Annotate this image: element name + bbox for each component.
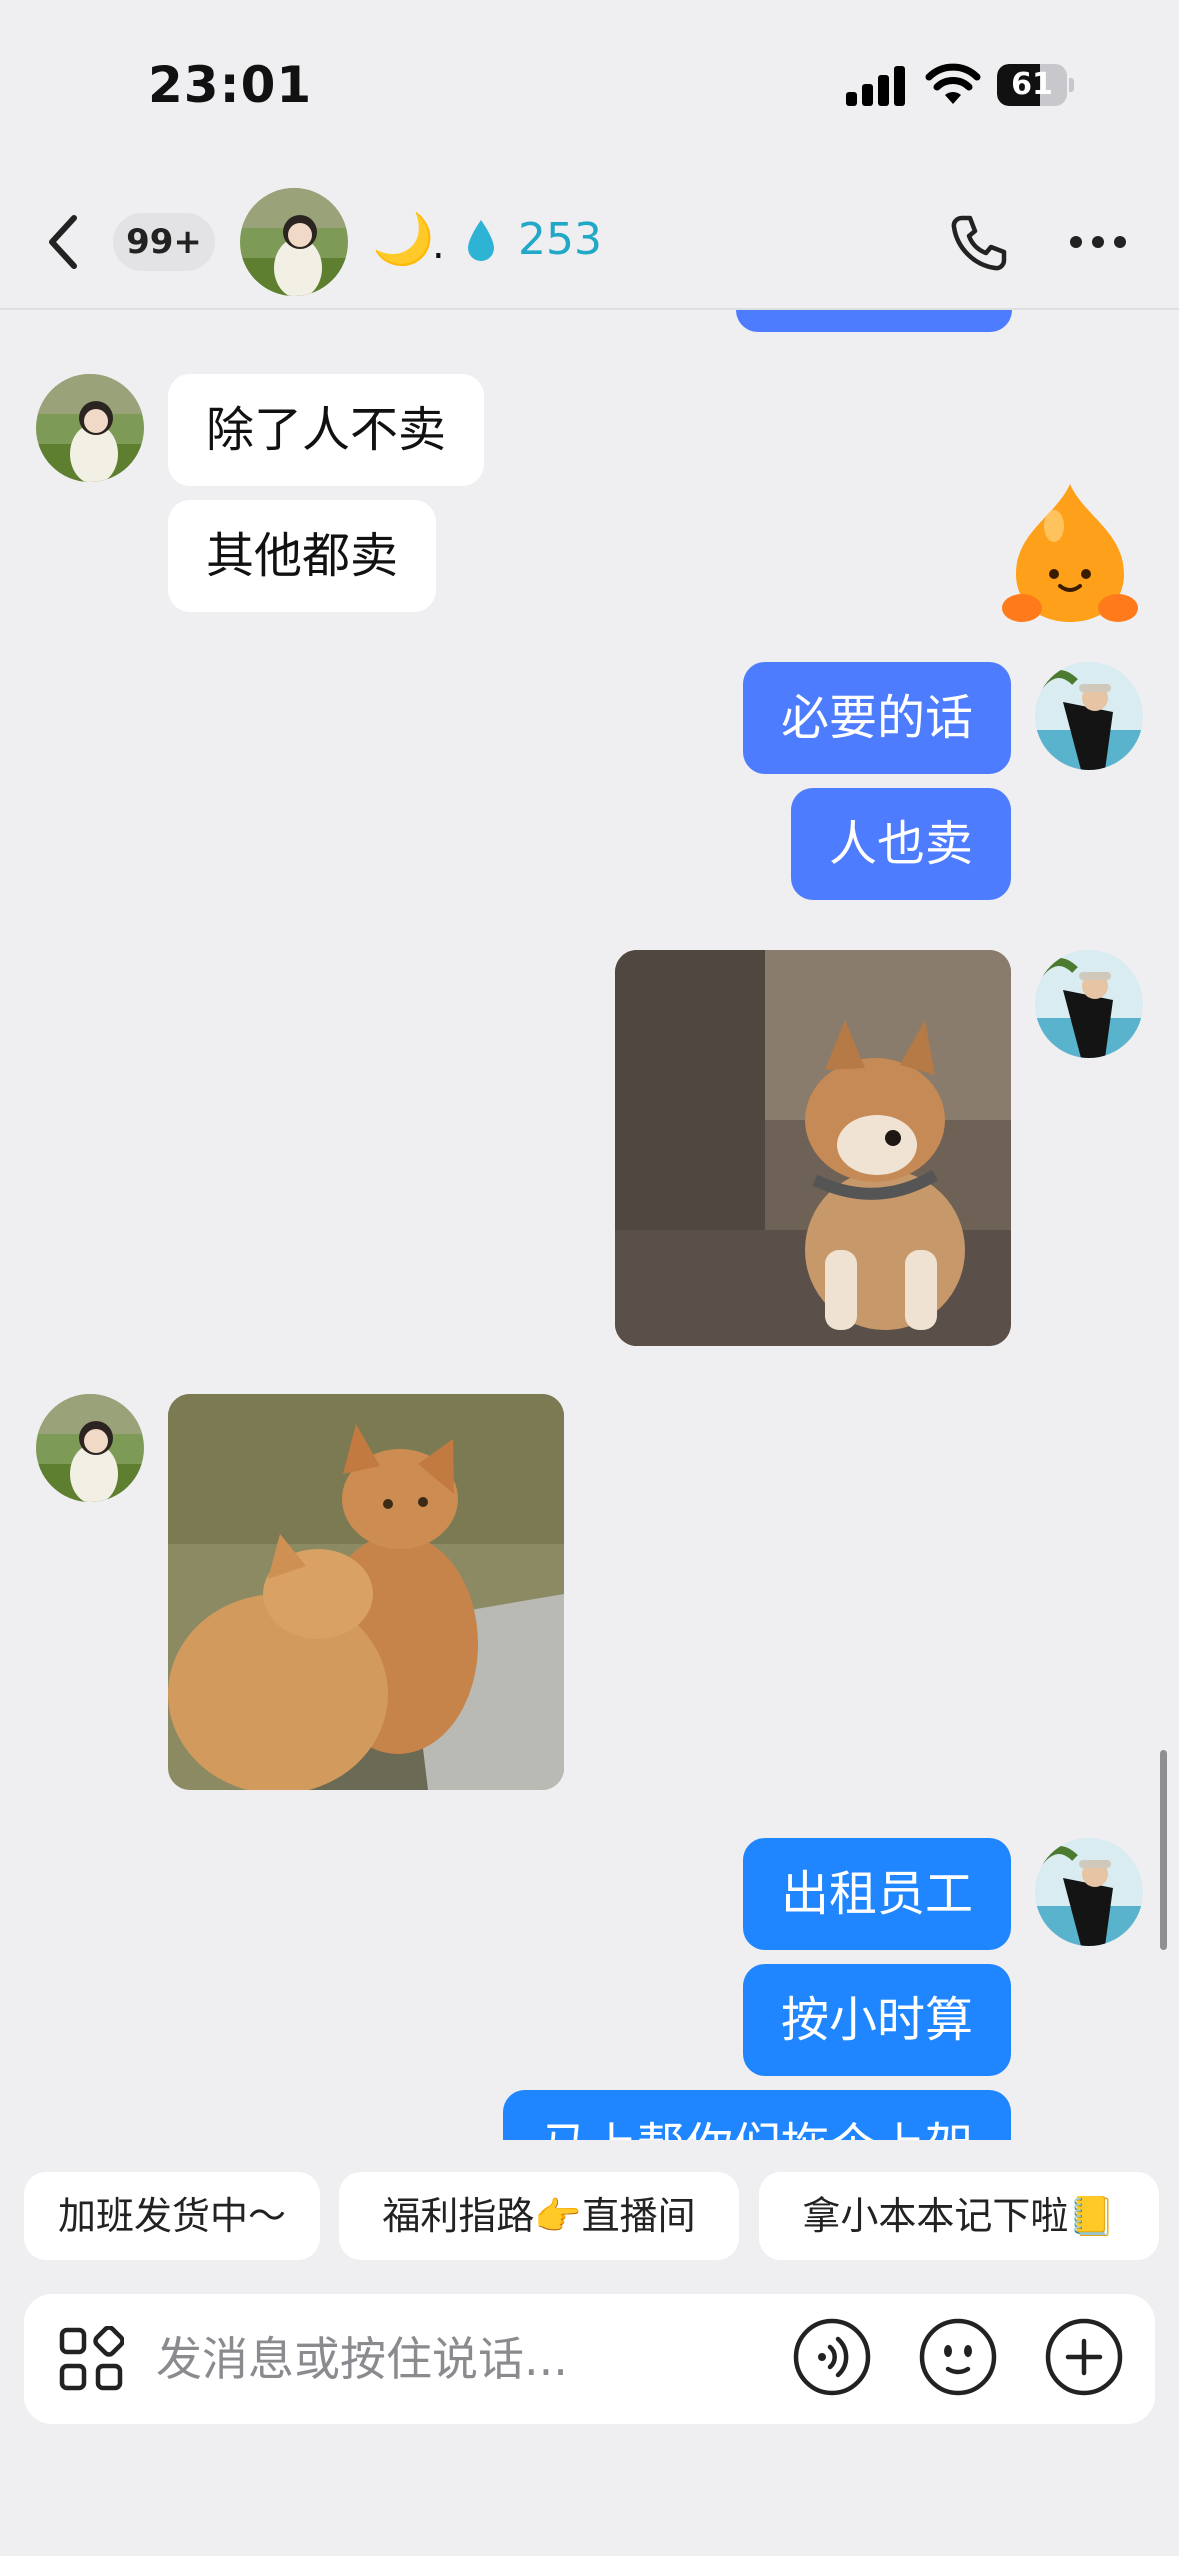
back-chevron-icon[interactable] (44, 212, 84, 272)
more-icon[interactable] (1070, 236, 1128, 250)
message-bubble-outgoing[interactable]: 必要的话 (742, 662, 1011, 774)
message-bubble-outgoing[interactable]: 马上帮你们拖个上架 (502, 2090, 1011, 2140)
contact-message-avatar[interactable] (36, 374, 144, 482)
unread-count-badge[interactable]: 99+ (113, 213, 215, 271)
chat-scrollbar[interactable] (1160, 1750, 1167, 1950)
quick-reply-chip[interactable]: 加班发货中～ (24, 2172, 320, 2260)
water-drop-icon (468, 220, 494, 261)
apps-grid-icon[interactable] (58, 2326, 124, 2392)
quick-reply-chip[interactable]: 拿小本本记下啦📒 (759, 2172, 1159, 2260)
message-bubble-incoming[interactable]: 其他都卖 (168, 500, 437, 612)
my-avatar[interactable] (1035, 1838, 1143, 1946)
message-bubble-outgoing[interactable]: 按小时算 (742, 1964, 1011, 2076)
phone-icon[interactable] (948, 212, 1010, 274)
contact-message-avatar[interactable] (36, 1394, 144, 1502)
wifi-icon (925, 63, 981, 104)
previous-message-bubble[interactable] (736, 310, 1012, 332)
orange-cats-photo[interactable] (168, 1394, 564, 1790)
message-bubble-outgoing[interactable]: 人也卖 (790, 788, 1011, 900)
status-time: 23:01 (148, 56, 313, 114)
quick-reply-chip[interactable]: 福利指路👉直播间 (339, 2172, 739, 2260)
battery-icon: 61 (997, 64, 1075, 106)
message-bubble-outgoing[interactable]: 出租员工 (742, 1838, 1011, 1950)
message-input[interactable] (156, 2320, 756, 2398)
plus-icon[interactable] (1044, 2317, 1124, 2397)
chat-message-list[interactable]: 除了人不卖 其他都卖 必要的话 人也卖 出租员工 按小时算 (0, 310, 1179, 2140)
cellular-signal-icon (846, 64, 906, 106)
moon-emoji: 🌙 (372, 210, 435, 268)
name-separator: . (432, 222, 445, 268)
shiba-dog-photo[interactable] (615, 950, 1011, 1346)
voice-icon[interactable] (792, 2317, 872, 2397)
my-avatar[interactable] (1035, 950, 1143, 1058)
message-bubble-incoming[interactable]: 除了人不卖 (168, 374, 485, 486)
my-avatar[interactable] (1035, 662, 1143, 770)
streak-count: 253 (518, 214, 602, 265)
battery-percent: 61 (1011, 67, 1053, 102)
orange-blob-sticker[interactable] (992, 476, 1148, 632)
contact-avatar[interactable] (240, 188, 348, 296)
emoji-icon[interactable] (918, 2317, 998, 2397)
